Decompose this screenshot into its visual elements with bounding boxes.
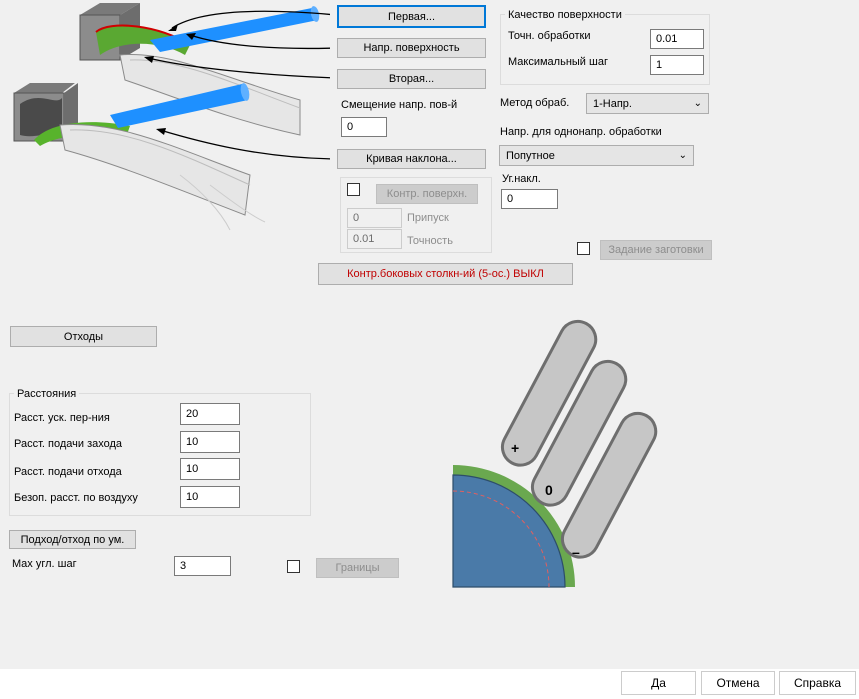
tilt-curve-button[interactable]: Кривая наклона... — [337, 149, 486, 169]
max-step-input[interactable]: 1 — [650, 55, 704, 75]
approach-feed-distance-label: Расст. подачи захода — [14, 438, 123, 450]
side-collision-button[interactable]: Контр.боковых столкн-ий (5-ос.) ВЫКЛ — [318, 263, 573, 285]
tilt-diagram: + 0 – — [452, 319, 658, 588]
max-step-label: Максимальный шаг — [508, 56, 608, 68]
safe-distance-input[interactable]: 10 — [180, 486, 240, 508]
surface-direction-button[interactable]: Напр. поверхность — [337, 38, 486, 58]
ok-button[interactable]: Да — [621, 671, 696, 695]
max-angle-step-input[interactable]: 3 — [174, 556, 231, 576]
surface-quality-title: Качество поверхности — [505, 9, 625, 21]
max-angle-step-label: Max угл. шаг — [12, 558, 77, 570]
second-surface-button[interactable]: Вторая... — [337, 69, 486, 89]
method-select[interactable]: 1-Напр. ⌄ — [586, 93, 709, 114]
one-way-label: Напр. для однонапр. обработки — [500, 126, 662, 138]
tilt-angle-label: Уг.накл. — [502, 173, 541, 185]
bounds-checkbox[interactable] — [287, 560, 300, 573]
approach-feed-distance-input[interactable]: 10 — [180, 431, 240, 453]
plus-sign: + — [511, 440, 519, 456]
allowance-input[interactable]: 0 — [347, 208, 402, 228]
cancel-button[interactable]: Отмена — [701, 671, 775, 695]
chevron-down-icon: ⌄ — [693, 97, 702, 109]
check-tolerance-label: Точность — [407, 235, 453, 247]
retract-feed-distance-label: Расст. подачи отхода — [14, 466, 122, 478]
rapid-distance-label: Расст. уск. пер-ния — [14, 412, 110, 424]
machining-tolerance-input[interactable]: 0.01 — [650, 29, 704, 49]
help-button[interactable]: Справка — [779, 671, 856, 695]
machining-tolerance-label: Точн. обработки — [508, 30, 591, 42]
check-surface-button[interactable]: Контр. поверхн. — [376, 184, 478, 204]
safe-distance-label: Безоп. расст. по воздуху — [14, 492, 138, 504]
method-label: Метод обраб. — [500, 97, 570, 109]
allowance-label: Припуск — [407, 212, 449, 224]
chevron-down-icon: ⌄ — [678, 149, 687, 161]
stock-checkbox[interactable] — [577, 242, 590, 255]
offset-label: Смещение напр. пов-й — [341, 99, 458, 111]
minus-sign: – — [572, 544, 580, 560]
check-surface-checkbox[interactable] — [347, 183, 360, 196]
one-way-select[interactable]: Попутное ⌄ — [499, 145, 694, 166]
distances-title: Расстояния — [14, 388, 80, 400]
retract-feed-distance-input[interactable]: 10 — [180, 458, 240, 480]
one-way-select-value: Попутное — [506, 149, 555, 162]
stock-setup-button[interactable]: Задание заготовки — [600, 240, 712, 260]
first-surface-button[interactable]: Первая... — [337, 5, 486, 28]
method-select-value: 1-Напр. — [593, 97, 632, 110]
surface-illustration — [13, 3, 330, 231]
rapid-distance-input[interactable]: 20 — [180, 403, 240, 425]
retract-button[interactable]: Отходы — [10, 326, 157, 347]
zero-sign: 0 — [545, 482, 553, 498]
tilt-angle-input[interactable]: 0 — [501, 189, 558, 209]
bounds-button[interactable]: Границы — [316, 558, 399, 578]
offset-input[interactable]: 0 — [341, 117, 387, 137]
default-approach-button[interactable]: Подход/отход по ум. — [9, 530, 136, 549]
check-tolerance-input[interactable]: 0.01 — [347, 229, 402, 249]
